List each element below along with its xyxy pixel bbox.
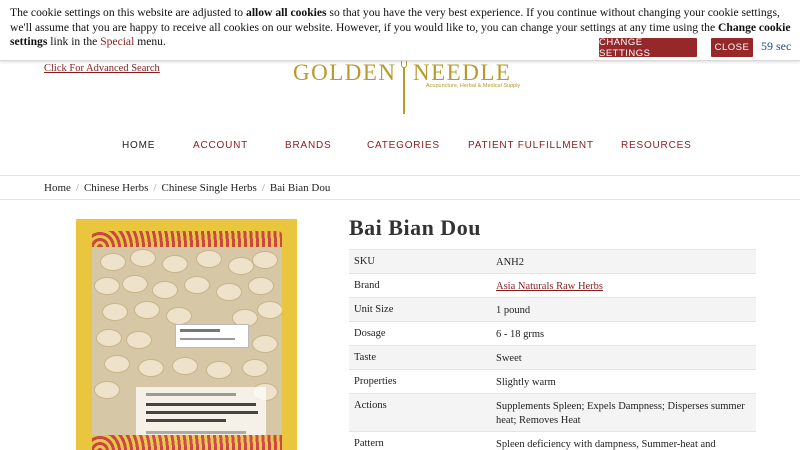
cookie-text-3: link in the (47, 35, 101, 48)
product-title: Bai Bian Dou (349, 215, 481, 240)
nav-resources[interactable]: Resources (621, 140, 692, 151)
main-nav: Home Account Brands Categories Patient F… (0, 140, 800, 154)
special-menu-link[interactable]: Special (100, 35, 134, 48)
spec-value: Spleen deficiency with dampness, Summer-… (496, 439, 716, 450)
cookie-countdown: 59 sec (761, 39, 792, 53)
breadcrumb-chinese-single-herbs[interactable]: Chinese Single Herbs (161, 182, 256, 194)
spec-row-unit-size: Unit Size 1 pound (349, 297, 756, 321)
nav-brands[interactable]: Brands (285, 140, 331, 151)
spec-value: 6 - 18 grms (496, 329, 545, 340)
spec-label: Properties (354, 376, 397, 387)
logo-tagline: Acupuncture, Herbal & Medical Supply (426, 83, 521, 89)
brand-link[interactable]: Asia Naturals Raw Herbs (496, 281, 603, 292)
close-cookie-button[interactable]: Close (711, 38, 753, 57)
spec-row-sku: SKU ANH2 (349, 249, 756, 273)
nav-home[interactable]: Home (122, 140, 155, 151)
spec-label: Brand (354, 280, 380, 291)
cookie-text-4: menu. (134, 35, 166, 48)
breadcrumb-separator: / (261, 182, 265, 194)
price-sticker (175, 324, 249, 348)
spec-row-dosage: Dosage 6 - 18 grms (349, 321, 756, 345)
spec-label: Pattern (354, 438, 384, 449)
spec-row-properties: Properties Slightly warm (349, 369, 756, 393)
product-specs-table: SKU ANH2 Brand Asia Naturals Raw Herbs U… (349, 249, 756, 450)
breadcrumb-chinese-herbs[interactable]: Chinese Herbs (84, 182, 148, 194)
spec-label: Unit Size (354, 304, 394, 315)
advanced-search-link[interactable]: Click For Advanced Search (44, 63, 160, 74)
spec-value: ANH2 (496, 257, 524, 268)
nav-categories[interactable]: Categories (367, 140, 440, 151)
breadcrumb-current: Bai Bian Dou (269, 182, 331, 194)
spec-label: SKU (354, 256, 376, 267)
cookie-bold-allow: allow all cookies (246, 6, 327, 19)
spec-row-actions: Actions Supplements Spleen; Expels Dampn… (349, 393, 756, 431)
site-logo[interactable]: GOLDEN NEEDLE Acupuncture, Herbal & Medi… (293, 56, 520, 116)
cookie-banner: The cookie settings on this website are … (0, 0, 800, 61)
breadcrumb-separator: / (75, 182, 79, 194)
breadcrumb-bar: Home / Chinese Herbs / Chinese Single Herbs /… (0, 175, 800, 200)
spec-value: 1 pound (496, 305, 531, 316)
product-image[interactable] (76, 219, 297, 450)
breadcrumb-home[interactable]: Home (44, 182, 71, 194)
spec-label: Actions (354, 400, 387, 411)
change-settings-button[interactable]: Change settings (599, 37, 697, 59)
package-wave-pattern-bottom (92, 435, 282, 450)
spec-label: Taste (354, 352, 377, 363)
spec-row-pattern: Pattern Spleen deficiency with dampness,… (349, 431, 756, 450)
cookie-text-1: The cookie settings on this website are … (10, 6, 247, 19)
spec-row-brand: Brand Asia Naturals Raw Herbs (349, 273, 756, 297)
spec-row-taste: Taste Sweet (349, 345, 756, 369)
spec-value: Slightly warm (496, 377, 556, 388)
spec-label: Dosage (354, 328, 386, 339)
breadcrumb-separator: / (153, 182, 157, 194)
logo-word-golden: GOLDEN (293, 60, 397, 85)
breadcrumb: Home / Chinese Herbs / Chinese Single Herbs /… (44, 182, 330, 194)
nav-patient-fulfillment[interactable]: Patient Fulfillment (468, 140, 594, 151)
spec-value: Sweet (496, 353, 522, 364)
spec-value: Supplements Spleen; Expels Dampness; Dis… (496, 401, 745, 426)
nav-account[interactable]: Account (193, 140, 248, 151)
package-wave-pattern (92, 231, 282, 247)
herb-bag-photo (92, 231, 282, 450)
